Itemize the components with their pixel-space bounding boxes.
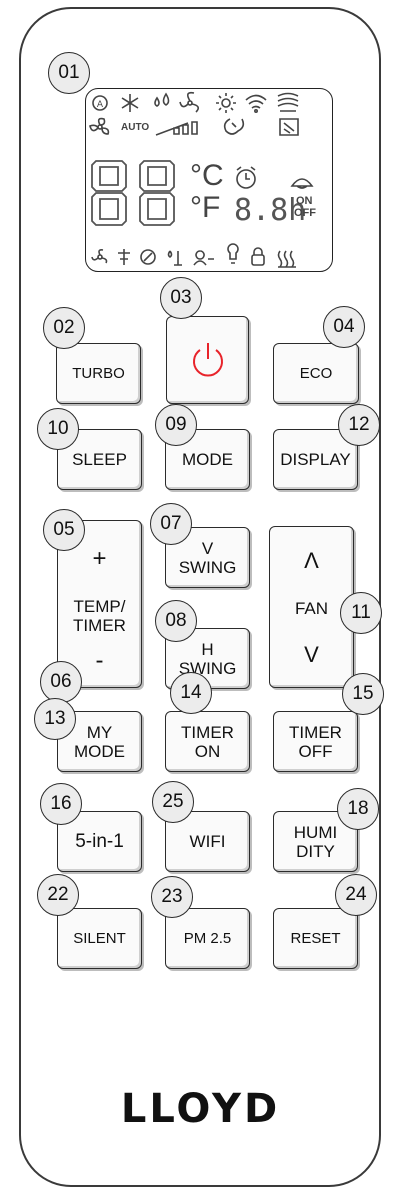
timer-on-label: TIMER ON [181, 722, 234, 761]
sensor-arc-icon [290, 178, 314, 189]
lcd-unit-fahrenheit: °F [190, 191, 221, 224]
turbo-button[interactable]: TURBO [56, 343, 141, 404]
person-icon [193, 250, 214, 266]
turbo-muscle-icon [223, 118, 245, 135]
silent-button[interactable]: SILENT [57, 908, 142, 969]
timer-off-button[interactable]: TIMER OFF [273, 711, 358, 772]
callout-13: 13 [34, 698, 76, 740]
callout-06: 06 [40, 661, 82, 703]
cool-snowflake-icon [121, 94, 139, 112]
humidity-label: HUMI DITY [293, 822, 338, 861]
big-digit-1 [91, 160, 127, 226]
power-button[interactable] [166, 316, 249, 404]
fan-up-label: Λ [304, 548, 319, 573]
auto-mode-icon: A [92, 95, 108, 111]
sleep-label: SLEEP [72, 450, 127, 469]
big-digit-2 [139, 160, 175, 226]
lcd-auto-text: AUTO [121, 122, 150, 133]
callout-12: 12 [338, 404, 380, 446]
lock-icon [251, 247, 265, 266]
callout-08: 08 [155, 600, 197, 642]
callout-16: 16 [40, 783, 82, 825]
callout-10: 10 [37, 408, 79, 450]
my-mode-label: MY MODE [74, 722, 125, 761]
callout-04: 04 [323, 306, 365, 348]
heat-sun-icon [216, 93, 236, 113]
power-icon [192, 343, 223, 377]
pm25-label: PM 2.5 [183, 930, 232, 947]
lcd-unit-celsius: °C [190, 159, 224, 192]
swing-vane-icon [277, 92, 299, 112]
callout-01: 01 [48, 52, 90, 94]
eco-button[interactable]: ECO [273, 343, 359, 404]
five-in-one-label: 5-in-1 [75, 831, 124, 852]
wifi-icon [245, 94, 267, 113]
callout-14: 14 [170, 672, 212, 714]
callout-24: 24 [335, 874, 377, 916]
light-icon [227, 243, 239, 264]
wifi-label: WIFI [189, 832, 226, 851]
callout-23: 23 [151, 876, 193, 918]
lcd-off-text: OFF [294, 207, 316, 219]
eco-label: ECO [299, 365, 333, 382]
fan-icon [91, 249, 108, 264]
callout-03: 03 [160, 277, 202, 319]
mode-label: MODE [182, 450, 233, 469]
callout-05: 05 [43, 509, 85, 551]
lcd-on-text: ON [296, 195, 313, 207]
heater-icon [277, 250, 296, 268]
callout-15: 15 [342, 673, 384, 715]
turbo-label: TURBO [72, 365, 125, 382]
vane-position-icon [279, 118, 299, 136]
callout-02: 02 [43, 307, 85, 349]
temp-timer-label: TEMP/ TIMER [73, 597, 126, 635]
temp-plus-label: + [92, 545, 107, 572]
callout-11: 11 [340, 592, 382, 634]
callout-22: 22 [37, 874, 79, 916]
timer-on-button[interactable]: TIMER ON [165, 711, 250, 772]
alarm-clock-icon [236, 166, 256, 189]
fan-mode-icon [179, 91, 200, 113]
reset-label: RESET [290, 930, 341, 947]
v-swing-label: V SWING [178, 538, 237, 577]
humidity-icon [167, 250, 182, 266]
reset-button[interactable]: RESET [273, 908, 358, 969]
callout-25: 25 [152, 781, 194, 823]
callout-09: 09 [155, 404, 197, 446]
callout-18: 18 [337, 788, 379, 830]
fan-speed-icon [89, 117, 110, 135]
health-icon [118, 249, 130, 265]
fan-down-label: V [304, 642, 319, 667]
svg-text:A: A [97, 100, 104, 110]
brand-logo: LLOYD [120, 1086, 281, 1132]
signal-bars-icon [155, 121, 198, 136]
callout-07: 07 [150, 503, 192, 545]
lcd-display: A AUTO °C °F 8.8h ON OFF [85, 88, 333, 272]
silent-label: SILENT [73, 930, 126, 947]
clean-icon [140, 249, 156, 265]
dry-drops-icon [154, 92, 170, 107]
timer-off-label: TIMER OFF [289, 722, 342, 761]
display-label: DISPLAY [280, 450, 351, 469]
